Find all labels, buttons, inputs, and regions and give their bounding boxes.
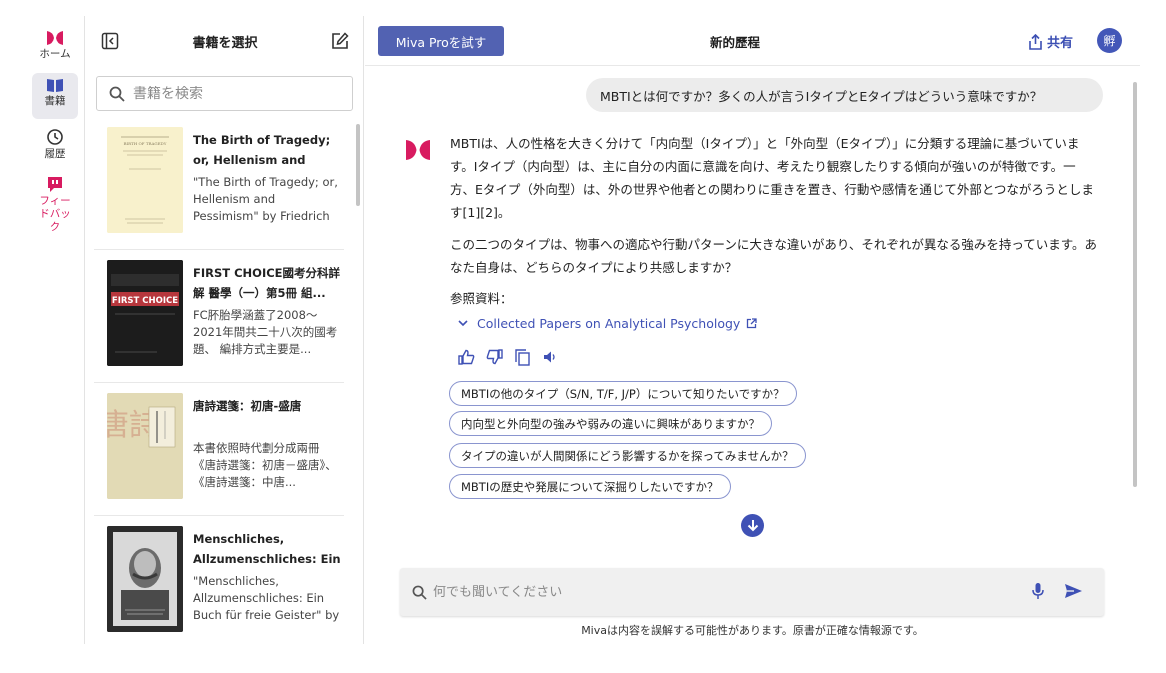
rail-books[interactable]: 書籍 [32,73,78,119]
book-item[interactable]: FIRST CHOICE FIRST CHOICE國考分科詳解 醫學（一）第5冊… [94,250,344,383]
book-title: Menschliches, Allzumenschliches: Ein Buc… [193,532,341,566]
share-icon [1029,33,1042,50]
book-icon [47,79,63,92]
miva-logo-icon [47,31,63,45]
references-label: 参照資料： [450,291,513,306]
speaker-icon[interactable] [540,347,560,367]
assistant-answer: MBTIは、人の性格を大きく分けて「内向型（Iタイプ）」と「外向型（Eタイプ）」… [450,132,1100,288]
rail-home[interactable]: ホーム [32,26,78,61]
send-icon[interactable] [1064,583,1083,603]
answer-paragraph: MBTIは、人の性格を大きく分けて「内向型（Iタイプ）」と「外向型（Eタイプ）」… [450,136,1094,220]
book-title: The Birth of Tragedy; or, Hellenism and … [193,133,331,167]
book-list: BIRTH OF TRAGEDY The Birth of Tragedy; o… [86,117,356,644]
book-description: "Menschliches, Allzumenschliches: Ein Bu… [193,574,340,622]
reference-link[interactable]: Collected Papers on Analytical Psycholog… [458,316,757,331]
book-cover: 唐詩 [107,393,183,499]
book-description: "The Birth of Tragedy; or, Hellenism and… [193,175,338,223]
scroll-down-button[interactable] [741,514,764,537]
rail-feedback-label: フィードバック [39,195,71,233]
cover-text: FIRST CHOICE [112,296,178,306]
arrow-down-icon [747,520,758,532]
books-panel: 書籍を選択 BIRTH OF TRAGEDY [86,16,364,644]
share-button[interactable]: 共有 [1028,32,1073,51]
app-window: ホーム 書籍 履歴 フィードバック 書籍を選択 書籍を検索 BIRTH OF T… [26,16,1140,644]
books-header: 書籍を選択 [86,16,363,66]
miva-bot-icon [405,138,431,166]
book-title: 唐詩選箋：初唐-盛唐 [193,399,302,413]
book-description: 本書依照時代劃分成兩冊《唐詩選箋：初唐－盛唐》、《唐詩選箋：中唐... [193,441,337,489]
thumbs-down-icon[interactable] [484,347,504,367]
book-item[interactable]: 唐詩 唐詩選箋：初唐-盛唐 本書依照時代劃分成兩冊《唐詩選箋：初唐－盛唐》、《唐… [94,383,344,516]
rail-home-label: ホーム [39,48,71,60]
books-panel-title: 書籍を選択 [192,36,258,51]
chat-input[interactable] [433,584,1023,600]
chat-title: 新的歷程 [710,35,761,50]
external-link-icon [747,318,757,329]
suggestion-chip[interactable]: タイプの違いが人間関係にどう影響するかを探ってみませんか？ [449,443,806,468]
suggestion-chip[interactable]: MBTIの他のタイプ（S/N, T/F, J/P）について知りたいですか？ [449,381,797,406]
rail-history[interactable]: 履歴 [32,124,78,161]
disclaimer-text: Mivaは内容を誤解する可能性があります。原書が正確な情報源です。 [581,624,924,637]
share-label: 共有 [1047,36,1074,51]
rail-books-label: 書籍 [44,95,66,107]
avatar[interactable]: 孵 [1097,28,1122,53]
book-title: FIRST CHOICE國考分科詳解 醫學（一）第5冊 組... [193,266,341,300]
left-rail: ホーム 書籍 履歴 フィードバック [26,16,85,644]
book-cover: BIRTH OF TRAGEDY [107,127,183,233]
chat-scrollbar[interactable] [1133,82,1137,487]
book-search-field[interactable] [96,76,353,111]
rail-history-label: 履歴 [44,148,66,160]
search-icon [109,86,125,102]
chat-input-field[interactable] [400,568,1104,616]
rail-feedback[interactable]: フィードバック [32,172,78,234]
chat-area: Miva Proを試す 新的歷程 共有 孵 MBTIとは何ですか？多くの人が言う… [365,16,1140,644]
copy-icon[interactable] [512,347,532,367]
book-list-scrollbar[interactable] [356,124,360,206]
book-item[interactable]: Menschliches, Allzumenschliches: Ein Buc… [94,516,344,644]
user-message: MBTIとは何ですか？多くの人が言うIタイプとEタイプはどういう意味ですか？ [586,78,1103,112]
suggestion-chip[interactable]: 内向型と外向型の強みや弱みの違いに興味がありますか？ [449,411,772,436]
chevron-down-icon [458,320,468,327]
reference-title: Collected Papers on Analytical Psycholog… [477,316,741,331]
clock-icon [47,129,63,145]
suggestion-chip[interactable]: MBTIの歴史や発展について深掘りしたいですか？ [449,474,731,499]
book-cover [107,526,183,632]
book-cover: FIRST CHOICE [107,260,183,366]
feedback-icon [48,177,62,192]
book-search-input[interactable] [133,85,333,102]
microphone-icon[interactable] [1032,582,1044,604]
cover-text: BIRTH OF TRAGEDY [124,141,167,146]
search-icon [412,585,427,600]
try-pro-button[interactable]: Miva Proを試す [378,26,504,56]
answer-actions [456,347,560,367]
thumbs-up-icon[interactable] [456,347,476,367]
new-chat-edit-icon[interactable] [331,32,349,50]
book-item[interactable]: BIRTH OF TRAGEDY The Birth of Tragedy; o… [94,117,344,250]
answer-paragraph: この二つのタイプは、物事への適応や行動パターンに大きな違いがあり、それぞれが異な… [450,237,1098,275]
chat-header: Miva Proを試す 新的歷程 共有 孵 [365,16,1140,66]
book-description: FC肧胎學涵蓋了2008～2021年間共二十八次的國考題、 編排方式主要是... [193,308,338,356]
